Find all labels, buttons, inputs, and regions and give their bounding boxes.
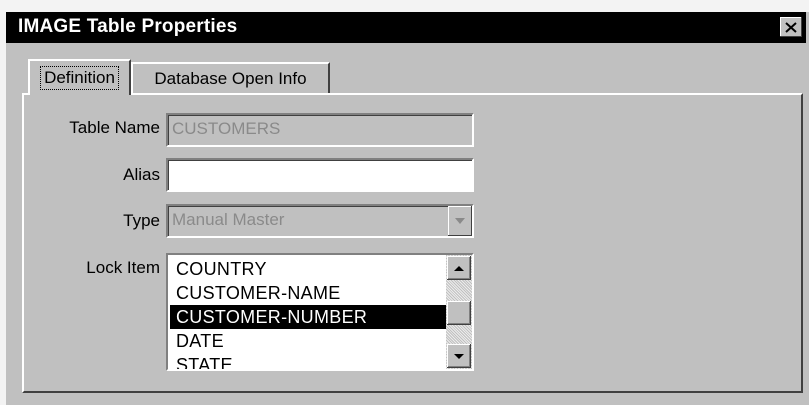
tab-database-open-info-label: Database Open Info [154,68,307,88]
alias-label: Alias [123,165,160,184]
window-top-edge [0,0,809,12]
lock-item-label: Lock Item [86,258,160,277]
close-icon [785,21,797,33]
tab-definition-label: Definition [40,66,119,90]
list-item[interactable]: COUNTRY [170,257,446,281]
lock-item-listbox[interactable]: COUNTRY CUSTOMER-NAME CUSTOMER-NUMBER DA… [166,253,474,371]
type-label: Type [123,211,160,230]
alias-input[interactable] [166,158,474,192]
table-name-value: CUSTOMERS [172,119,281,138]
scroll-down-arrow-icon [454,353,464,359]
chevron-down-icon [455,218,465,224]
tab-definition[interactable]: Definition [28,59,131,95]
lock-item-scrollbar[interactable] [446,255,472,369]
scroll-down-button[interactable] [447,344,471,368]
dialog-window: IMAGE Table Properties Definition Databa… [0,0,809,405]
title-bar[interactable]: IMAGE Table Properties [6,12,806,43]
scroll-up-arrow-icon [454,265,464,271]
window-title: IMAGE Table Properties [18,16,238,37]
lock-item-list: COUNTRY CUSTOMER-NAME CUSTOMER-NUMBER DA… [170,257,446,369]
table-name-field[interactable]: CUSTOMERS [166,113,474,147]
table-name-label: Table Name [69,118,160,137]
window-left-edge [0,0,6,405]
list-item[interactable]: STATE [170,353,446,369]
list-item[interactable]: DATE [170,329,446,353]
type-select[interactable]: Manual Master [166,204,474,238]
scroll-up-button[interactable] [447,256,471,280]
tab-database-open-info[interactable]: Database Open Info [131,62,330,93]
list-item-selected[interactable]: CUSTOMER-NUMBER [170,305,446,329]
type-value: Manual Master [172,210,285,229]
list-item[interactable]: CUSTOMER-NAME [170,281,446,305]
type-dropdown-button[interactable] [448,206,472,236]
scroll-thumb[interactable] [447,301,471,325]
close-button[interactable] [780,17,802,37]
